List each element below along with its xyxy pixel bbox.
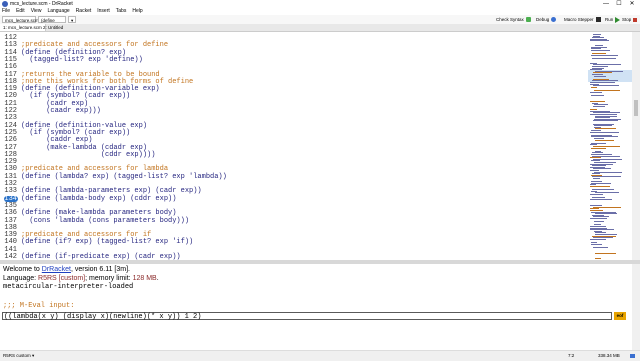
drracket-logo-icon bbox=[2, 1, 8, 7]
minimap-line bbox=[592, 58, 616, 59]
stop-icon bbox=[633, 17, 638, 22]
minimap-line bbox=[590, 194, 603, 195]
language-name: R5RS [custom] bbox=[38, 274, 86, 282]
run-button[interactable]: Run bbox=[605, 15, 621, 24]
minimap-line bbox=[591, 86, 597, 88]
menu-insert[interactable]: Insert bbox=[97, 8, 110, 15]
tab-bar: 1: mcs_lecture.scm 2: Untitled bbox=[0, 24, 640, 32]
close-button[interactable]: ✕ bbox=[626, 0, 638, 8]
menu-racket[interactable]: Racket bbox=[76, 8, 92, 15]
menu-language[interactable]: Language bbox=[47, 8, 69, 15]
debug-button[interactable]: Debug bbox=[536, 15, 557, 24]
debug-icon bbox=[551, 17, 557, 23]
window-title: mcs_lecture.scm - DrRacket bbox=[10, 1, 73, 7]
minimap-line bbox=[590, 186, 610, 187]
file-dropdown[interactable]: mcs_lecture.scm▾ bbox=[2, 16, 41, 23]
menu-bar: File Edit View Language Racket Insert Tabs Help bbox=[0, 8, 640, 15]
minimap-line bbox=[591, 50, 610, 51]
line-number: 142 bbox=[4, 253, 17, 260]
minimap-line bbox=[591, 243, 602, 245]
minimap-line bbox=[590, 91, 602, 93]
minimap-line bbox=[595, 258, 601, 259]
minimap[interactable] bbox=[588, 32, 632, 260]
tab-mcs-lecture[interactable]: 1: mcs_lecture.scm bbox=[0, 24, 46, 31]
definitions-editor[interactable]: 112 113 ;predicate and accessors for defin… bbox=[0, 32, 632, 260]
editor-scrollbar[interactable] bbox=[632, 32, 640, 260]
minimap-line bbox=[594, 75, 606, 77]
minimap-line bbox=[593, 246, 608, 248]
menu-help[interactable]: Help bbox=[132, 8, 142, 15]
loaded-output: metacircular-interpreter-loaded bbox=[3, 283, 134, 291]
welcome-line: Welcome to DrRacket, version 6.11 [3m]. bbox=[3, 266, 130, 273]
macro-stepper-icon bbox=[595, 17, 601, 23]
code-text: (define (if-predicate exp) (cadr exp)) bbox=[21, 253, 181, 260]
minimap-line bbox=[591, 54, 618, 56]
recycle-icon[interactable] bbox=[630, 354, 635, 358]
stop-button[interactable]: Stop bbox=[622, 15, 638, 24]
menu-edit[interactable]: Edit bbox=[16, 8, 25, 15]
minimap-line bbox=[590, 131, 619, 133]
interactions-pane[interactable]: Welcome to DrRacket, version 6.11 [3m]. … bbox=[0, 264, 632, 350]
toolbar: mcs_lecture.scm▾ (define ...)▾ ▾ Check S… bbox=[0, 15, 640, 30]
tab-untitled[interactable]: 2: Untitled bbox=[40, 24, 66, 31]
minimap-line bbox=[595, 139, 614, 141]
minimap-line bbox=[591, 94, 604, 96]
minimap-line bbox=[593, 178, 600, 179]
run-icon bbox=[615, 16, 621, 23]
minimap-line bbox=[590, 238, 606, 240]
menu-tabs[interactable]: Tabs bbox=[116, 8, 127, 15]
check-syntax-icon bbox=[525, 17, 531, 23]
macro-stepper-button[interactable]: Macro Stepper bbox=[564, 15, 601, 24]
minimap-line bbox=[594, 221, 604, 223]
memory-limit: 128 MB bbox=[132, 274, 157, 282]
minimap-line bbox=[593, 106, 605, 107]
drracket-link[interactable]: DrRacket bbox=[42, 266, 71, 273]
minimize-button[interactable]: — bbox=[600, 0, 612, 8]
editor-scroll-thumb[interactable] bbox=[634, 100, 638, 116]
minimap-line bbox=[593, 120, 618, 122]
code-line: 142 (define (if-predicate exp) (cadr exp)… bbox=[0, 253, 580, 260]
minimap-line bbox=[591, 147, 606, 149]
minimap-line bbox=[590, 218, 607, 219]
meval-input-field[interactable]: ((lambda(x y) (display x)(newline)(* x y… bbox=[2, 312, 612, 321]
title-bar: mcs_lecture.scm - DrRacket — ☐ ✕ bbox=[0, 0, 640, 8]
define-dropdown[interactable]: (define ...)▾ bbox=[38, 16, 66, 30]
minimap-line bbox=[595, 253, 616, 255]
status-bar: R5RS custom ▾ 7:2 338.34 MB bbox=[0, 350, 640, 361]
interactions-scrollbar[interactable] bbox=[632, 264, 640, 350]
minimap-line bbox=[590, 198, 612, 200]
maximize-button[interactable]: ☐ bbox=[613, 0, 625, 8]
minimap-line bbox=[590, 40, 609, 42]
language-line: Language: R5RS [custom]; memory limit: 1… bbox=[3, 274, 159, 282]
meval-prompt: ;;; M-Eval input: bbox=[3, 302, 75, 310]
eof-button[interactable]: eof bbox=[614, 312, 626, 320]
check-syntax-button[interactable]: Check Syntax bbox=[496, 15, 531, 24]
menu-view[interactable]: View bbox=[31, 8, 42, 15]
arrow-dropdown[interactable]: ▾ bbox=[68, 16, 76, 23]
menu-file[interactable]: File bbox=[2, 8, 10, 15]
